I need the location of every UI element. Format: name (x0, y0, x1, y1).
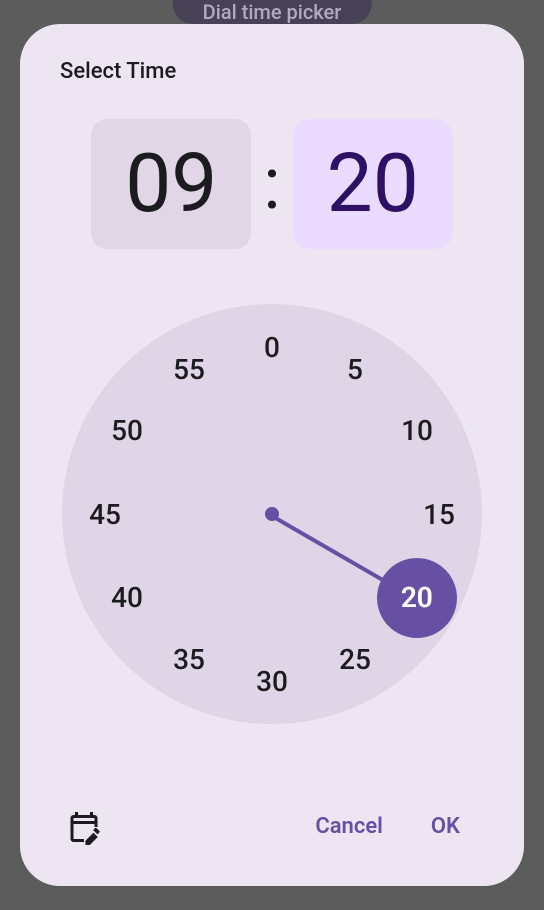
clock-num-45[interactable]: 45 (80, 489, 130, 539)
background-dial-label: Dial time picker (203, 0, 342, 24)
keyboard-input-toggle[interactable] (60, 803, 108, 851)
dialog-button-row: Cancel OK (60, 782, 484, 851)
clock-num-30[interactable]: 30 (247, 656, 297, 706)
clock-num-15[interactable]: 15 (414, 489, 464, 539)
ok-button[interactable]: OK (407, 802, 484, 851)
hours-field[interactable]: 09 (91, 119, 251, 249)
clock-num-0[interactable]: 0 (247, 322, 297, 372)
cancel-button[interactable]: Cancel (291, 802, 407, 851)
time-picker-dialog: Select Time 09 : 20 20 0 5 10 15 20 25 3… (20, 24, 524, 886)
clock-num-50[interactable]: 50 (102, 405, 152, 455)
clock-num-20[interactable]: 20 (392, 572, 442, 622)
clock-num-25[interactable]: 25 (330, 634, 380, 684)
clock-num-35[interactable]: 35 (164, 634, 214, 684)
clock-num-40[interactable]: 40 (102, 572, 152, 622)
time-display-row: 09 : 20 (60, 119, 484, 249)
clock-face[interactable]: 20 0 5 10 15 20 25 30 35 40 45 50 55 (62, 304, 482, 724)
background-dial-button: Dial time picker (173, 0, 372, 24)
calendar-edit-icon (66, 809, 102, 845)
clock-num-10[interactable]: 10 (392, 405, 442, 455)
clock-center-dot (265, 507, 279, 521)
clock-num-55[interactable]: 55 (164, 344, 214, 394)
minutes-field[interactable]: 20 (293, 119, 453, 249)
clock-num-5[interactable]: 5 (330, 344, 380, 394)
dialog-title: Select Time (60, 59, 484, 84)
time-colon: : (263, 148, 280, 220)
